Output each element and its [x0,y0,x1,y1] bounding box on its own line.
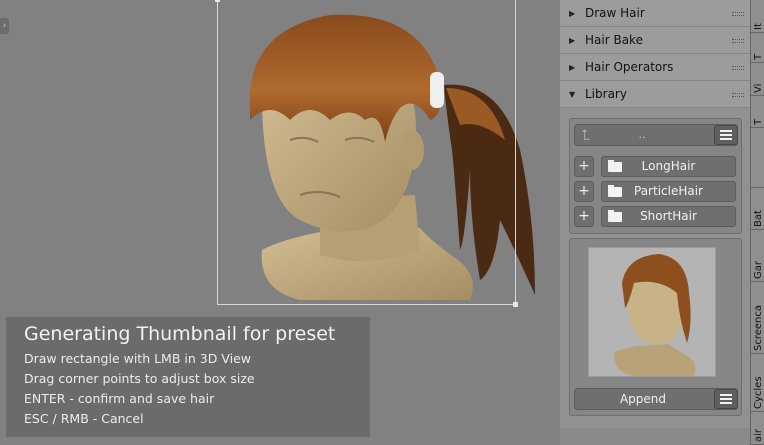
folder-label: ParticleHair [634,184,703,198]
tab-gar[interactable]: Gar [750,230,764,282]
tool-panel: ▶ Draw Hair ▶ Hair Bake ▶ Hair Operators… [560,0,750,445]
tab-hair[interactable]: air [750,412,764,445]
collapsed-triangle-icon: ▶ [569,9,576,18]
collapsed-triangle-icon: ▶ [569,36,576,45]
3d-viewport[interactable]: › Generating Thumbnail for preset Draw r… [0,0,560,445]
folder-label: ShortHair [640,209,697,223]
drag-grip-icon[interactable] [732,12,744,16]
panel-header-library[interactable]: ▼ Library [560,81,750,108]
corner-handle-top-left[interactable] [215,0,220,2]
folder-icon [608,160,622,172]
instruction-line: ENTER - confirm and save hair [24,391,215,406]
folder-browser: ⮤ .. + LongHair + ParticleHair + ShortHa… [569,118,742,234]
current-path: .. [638,128,646,141]
thumbnail-head-image [614,254,696,376]
folder-label: LongHair [641,159,696,173]
tab-blank[interactable] [750,128,764,188]
thumbnail-selection-rectangle[interactable] [215,0,518,307]
instruction-line: Draw rectangle with LMB in 3D View [24,351,251,366]
preset-preview-box: Append [569,238,742,416]
folder-button-shorthair[interactable]: ShortHair [601,206,736,227]
instruction-line: ESC / RMB - Cancel [24,411,144,426]
tab-cycles[interactable]: Cycles [750,354,764,412]
folder-button-longhair[interactable]: LongHair [601,156,736,177]
tab-bat[interactable]: Bat [750,188,764,230]
library-menu-button[interactable] [714,125,738,145]
thumbnail-instructions: Generating Thumbnail for preset Draw rec… [6,317,370,437]
expanded-triangle-icon: ▼ [569,90,576,99]
drag-grip-icon[interactable] [732,39,744,43]
folder-button-particlehair[interactable]: ParticleHair [601,181,736,202]
append-menu-button[interactable] [714,389,738,409]
panel-header-label: Draw Hair [585,6,645,20]
panel-header-label: Hair Bake [585,33,643,47]
tab-it[interactable]: It [750,0,764,33]
instructions-title: Generating Thumbnail for preset [24,323,336,345]
add-preset-button[interactable]: + [574,181,594,202]
tab-t2[interactable]: T [750,96,764,128]
library-panel: ⮤ .. + LongHair + ParticleHair + ShortHa… [560,108,750,428]
add-preset-button[interactable]: + [574,156,594,177]
instruction-line: Drag corner points to adjust box size [24,371,255,386]
panel-header-hair-operators[interactable]: ▶ Hair Operators [560,54,750,81]
drag-grip-icon[interactable] [732,66,744,70]
panel-header-hair-bake[interactable]: ▶ Hair Bake [560,27,750,54]
append-label: Append [619,392,667,406]
add-preset-button[interactable]: + [574,206,594,227]
panel-header-draw-hair[interactable]: ▶ Draw Hair [560,0,750,27]
tab-screencast[interactable]: Screenca [750,282,764,354]
vertical-tab-bar: It T Vi T Bat Gar Screenca Cycles air [750,0,764,445]
collapsed-triangle-icon: ▶ [569,63,576,72]
panel-header-label: Library [585,87,627,101]
preset-thumbnail[interactable] [588,247,716,377]
drag-grip-icon[interactable] [732,93,744,97]
panel-header-label: Hair Operators [585,60,674,74]
tab-vi[interactable]: Vi [750,63,764,96]
folder-icon [608,210,622,222]
corner-handle-bottom-right[interactable] [513,302,518,307]
tab-t[interactable]: T [750,33,764,63]
folder-icon [608,185,622,197]
